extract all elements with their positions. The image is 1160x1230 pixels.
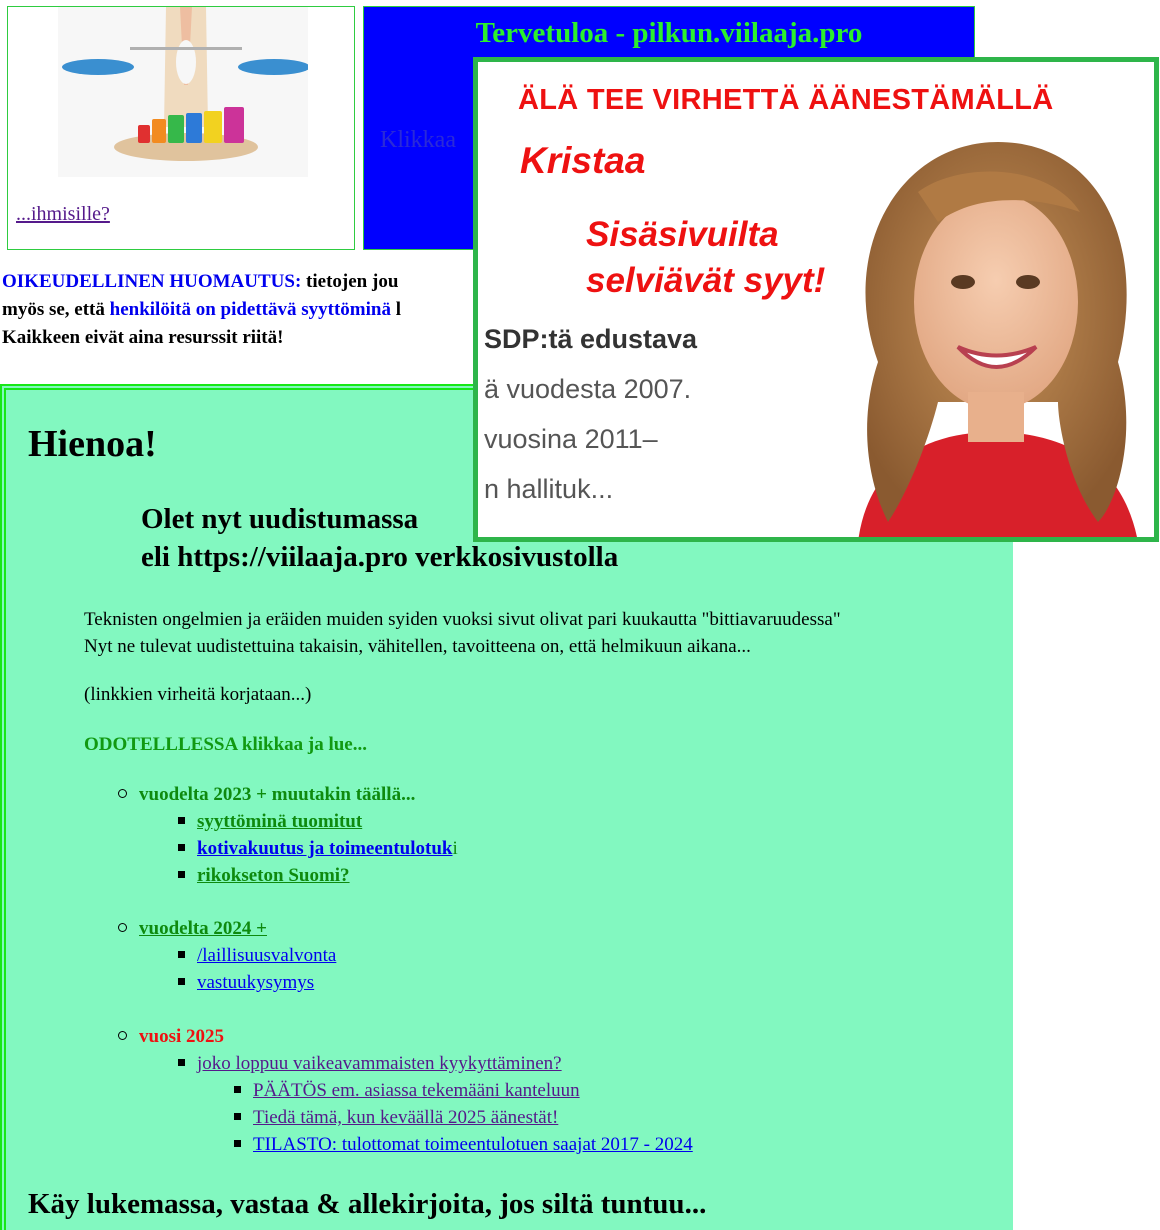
vastuukysymys-link[interactable]: vastuukysymys (197, 972, 314, 993)
ad-call-to-action: Sisäsivuilta selviävät syyt! (586, 212, 825, 304)
list-item-2025: vuosi 2025 (118, 1026, 224, 1048)
list-item: /laillisuusvalvonta (178, 945, 336, 967)
legal-label: OIKEUDELLINEN HUOMAUTUS: (2, 271, 302, 292)
welcome-title: Tervetuloa - pilkun.viilaaja.pro (475, 17, 863, 49)
square-bullet-icon (178, 1059, 185, 1066)
tieda-tama-link[interactable]: Tiedä tämä, kun keväällä 2025 äänestät! (253, 1107, 558, 1128)
list-item: kotivakuutus ja toimeentulotuki (178, 838, 458, 860)
square-bullet-icon (234, 1086, 241, 1093)
rikokseton-suomi-link[interactable]: rikokseton Suomi? (197, 865, 350, 886)
welcome-hidden-link[interactable]: Klikkaa (380, 127, 456, 154)
list-item: TILASTO: tulottomat toimeentulotuen saaj… (234, 1134, 693, 1156)
list-item: Tiedä tämä, kun keväällä 2025 äänestät! (234, 1107, 558, 1129)
kotivakuutus-suffix: i (452, 838, 458, 859)
legal-line2-end: l (390, 299, 402, 320)
paatos-kantelu-link[interactable]: PÄÄTÖS em. asiassa tekemääni kanteluun (253, 1080, 580, 1101)
square-bullet-icon (178, 844, 185, 851)
syyttomina-tuomitut-link[interactable]: syyttöminä tuomitut (197, 811, 362, 832)
laillisuusvalvonta-link[interactable]: /laillisuusvalvonta (197, 945, 336, 966)
list-item-2023: vuodelta 2023 + muutakin täällä... (118, 784, 415, 806)
wait-note: ODOTELLLESSA klikkaa ja lue... (84, 734, 367, 755)
ad-cta-line1: Sisäsivuilta (586, 215, 779, 254)
ad-background-snippet: SDP:tä edustava ä vuodesta 2007. vuosina… (484, 314, 697, 514)
year-2023-label: vuodelta 2023 + muutakin täällä... (139, 784, 416, 805)
list-item: syyttöminä tuomitut (178, 811, 362, 833)
scale-image-box: ...ihmisille? (7, 6, 355, 250)
circle-bullet-icon (118, 923, 127, 932)
circle-bullet-icon (118, 789, 127, 798)
legal-line3: Kaikkeen eivät aina resurssit riitä! (2, 327, 284, 348)
candidate-portrait-image (818, 102, 1154, 537)
list-item: rikokseton Suomi? (178, 865, 350, 887)
kotivakuutus-link[interactable]: kotivakuutus ja toimeentulotuk (197, 838, 453, 859)
square-bullet-icon (178, 871, 185, 878)
ad-candidate-name: Kristaa (520, 140, 646, 181)
bottom-heading: Käy lukemassa, vastaa & allekirjoita, jo… (28, 1188, 707, 1220)
square-bullet-icon (234, 1140, 241, 1147)
square-bullet-icon (178, 978, 185, 985)
legal-line1-text: tietojen jou (301, 271, 399, 292)
list-item: joko loppuu vaikeavammaisten kyykyttämin… (178, 1053, 562, 1075)
intro-line1: Teknisten ongelmien ja eräiden muiden sy… (84, 609, 841, 630)
ad-snippet-line: vuosina 2011– (484, 424, 658, 454)
ad-cta-line2: selviävät syyt! (586, 261, 826, 300)
ad-snippet-line: n hallituk... (484, 474, 614, 504)
ad-snippet-line: ä vuodesta 2007. (484, 374, 692, 404)
legal-line2-highlight: henkilöitä on pidettävä syyttöminä (109, 299, 391, 320)
legal-line2-start: myös se, että (2, 299, 110, 320)
list-item: PÄÄTÖS em. asiassa tekemääni kanteluun (234, 1080, 580, 1102)
square-bullet-icon (178, 817, 185, 824)
intro-paragraph: Teknisten ongelmien ja eräiden muiden sy… (84, 606, 841, 660)
overlay-ad[interactable]: SDP:tä edustava ä vuodesta 2007. vuosina… (473, 57, 1159, 542)
year-2025-label: vuosi 2025 (139, 1026, 224, 1047)
square-bullet-icon (178, 951, 185, 958)
balance-scale-image (58, 7, 308, 177)
list-item-2024: vuodelta 2024 + (118, 918, 267, 940)
square-bullet-icon (234, 1113, 241, 1120)
tilasto-link[interactable]: TILASTO: tulottomat toimeentulotuen saaj… (253, 1134, 693, 1155)
ad-headline: ÄLÄ TEE VIRHETTÄ ÄÄNESTÄMÄLLÄ (518, 84, 1054, 116)
intro-line2: Nyt ne tulevat uudistettuina takaisin, v… (84, 636, 751, 657)
list-item: vastuukysymys (178, 972, 314, 994)
page-title: Hienoa! (28, 423, 157, 465)
subheading-line2: eli https://viilaaja.pro verkkosivustoll… (141, 541, 619, 573)
link-fix-note: (linkkien virheitä korjataan...) (84, 684, 312, 705)
year-2024-link[interactable]: vuodelta 2024 + (139, 918, 267, 939)
circle-bullet-icon (118, 1031, 127, 1040)
ihmisille-link[interactable]: ...ihmisille? (16, 203, 110, 226)
ad-snippet-line: SDP:tä edustava (484, 324, 698, 354)
vaikeavammaiset-link[interactable]: joko loppuu vaikeavammaisten kyykyttämin… (197, 1053, 562, 1074)
